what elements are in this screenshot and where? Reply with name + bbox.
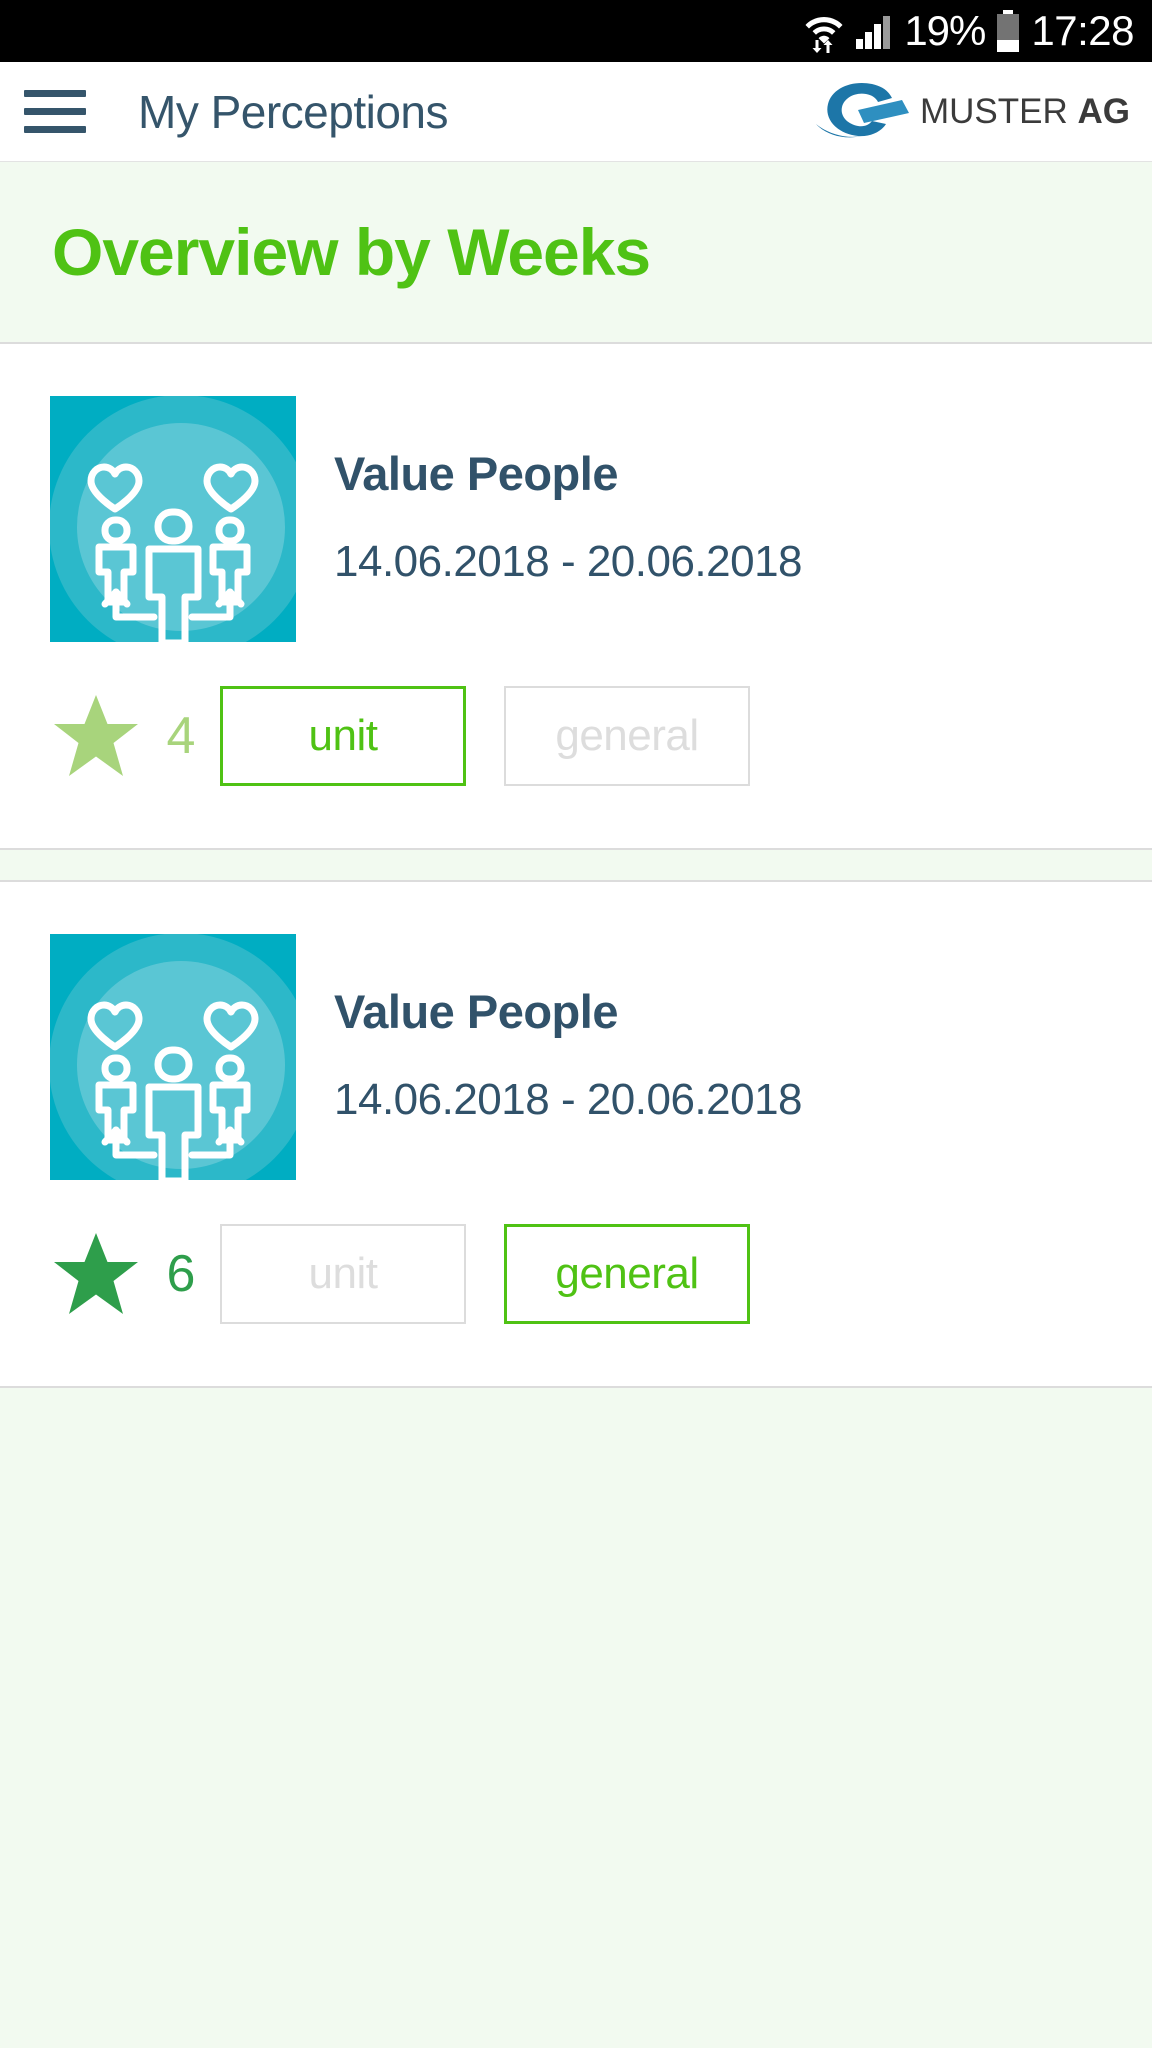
card-date-range: 14.06.2018 - 20.06.2018 [334, 1074, 803, 1124]
card-title: Value People [334, 447, 618, 500]
section-header: Overview by Weeks [0, 162, 1152, 344]
battery-low-icon [995, 10, 1021, 52]
clock-label: 17:28 [1031, 7, 1134, 54]
card-header: Value People 14.06.2018 - 20.06.2018 [0, 934, 1152, 1180]
rating-row: 6 unit general [0, 1224, 1152, 1386]
hamburger-line [24, 90, 86, 97]
card-title: Value People [334, 985, 618, 1038]
value-people-icon [50, 934, 296, 1180]
empty-list-area [0, 1388, 1152, 2048]
filter-button-general[interactable]: general [504, 686, 750, 786]
rating-value: 4 [166, 707, 196, 765]
app-root: 19% 17:28 My Perceptions MUSTER AG Overv… [0, 0, 1152, 2048]
battery-percent-label: 19% [904, 7, 986, 54]
brand-logo: MUSTER AG [814, 80, 1130, 144]
section-title: Overview by Weeks [52, 215, 651, 289]
card-text-block: Value People 14.06.2018 - 20.06.2018 [334, 396, 803, 586]
star-icon [50, 1228, 142, 1320]
cellular-signal-icon [854, 11, 894, 51]
app-bar: My Perceptions MUSTER AG [0, 62, 1152, 162]
brand-name-label: MUSTER AG [920, 92, 1130, 132]
filter-button-unit[interactable]: unit [220, 686, 466, 786]
page-title: My Perceptions [138, 85, 449, 138]
card-text-block: Value People 14.06.2018 - 20.06.2018 [334, 934, 803, 1124]
wifi-transfer-icon [804, 9, 844, 53]
star-icon [50, 690, 142, 782]
hamburger-menu-icon[interactable] [24, 90, 86, 133]
muster-ag-logo-icon [814, 80, 914, 144]
rating-value: 6 [166, 1245, 196, 1303]
rating-row: 4 unit general [0, 686, 1152, 848]
hamburger-line [24, 126, 86, 133]
value-people-icon [50, 396, 296, 642]
week-card[interactable]: Value People 14.06.2018 - 20.06.2018 6 u… [0, 882, 1152, 1386]
card-separator-band [0, 850, 1152, 880]
hamburger-line [24, 108, 86, 115]
filter-button-general[interactable]: general [504, 1224, 750, 1324]
status-bar: 19% 17:28 [0, 0, 1152, 62]
card-header: Value People 14.06.2018 - 20.06.2018 [0, 396, 1152, 642]
brand-suffix-text: AG [1077, 91, 1131, 131]
week-card[interactable]: Value People 14.06.2018 - 20.06.2018 4 u… [0, 344, 1152, 848]
brand-name-text: MUSTER [919, 91, 1068, 131]
filter-button-unit[interactable]: unit [220, 1224, 466, 1324]
card-date-range: 14.06.2018 - 20.06.2018 [334, 536, 803, 586]
